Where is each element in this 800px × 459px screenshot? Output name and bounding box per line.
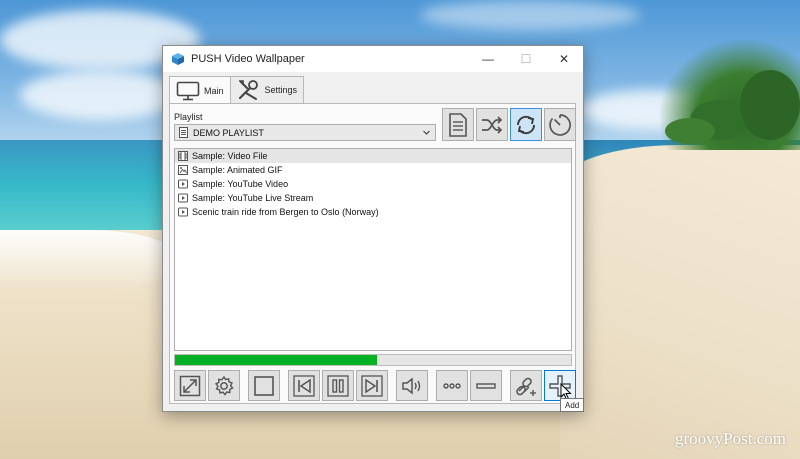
- settings-button[interactable]: [208, 370, 240, 401]
- sand: [560, 145, 800, 459]
- playlist-select[interactable]: DEMO PLAYLIST: [174, 124, 436, 141]
- list-item-label: Sample: YouTube Live Stream: [192, 193, 314, 203]
- list-item-label: Sample: Video File: [192, 151, 268, 161]
- play-icon: [178, 179, 188, 189]
- progress-fill: [175, 355, 377, 365]
- cloud: [20, 70, 180, 120]
- cloud: [420, 0, 640, 30]
- close-button[interactable]: ✕: [545, 46, 583, 72]
- minimize-button[interactable]: —: [469, 46, 507, 72]
- playlist-list[interactable]: Sample: Video File Sample: Animated GIF …: [174, 148, 572, 351]
- add-url-button[interactable]: [510, 370, 542, 401]
- tab-bar: Main Settings: [169, 76, 305, 106]
- playlist-label: Playlist: [174, 112, 203, 122]
- pause-button[interactable]: [322, 370, 354, 401]
- timer-button[interactable]: [544, 108, 576, 141]
- list-item[interactable]: Sample: Video File: [175, 149, 571, 163]
- more-button[interactable]: [436, 370, 468, 401]
- monitor-icon: [176, 81, 200, 101]
- app-window: PUSH Video Wallpaper — ☐ ✕ Main Settings: [162, 45, 584, 412]
- tools-icon: [238, 80, 258, 100]
- volume-button[interactable]: [396, 370, 428, 401]
- fullscreen-button[interactable]: [174, 370, 206, 401]
- previous-icon: [293, 374, 315, 397]
- add-tooltip: Add: [560, 398, 585, 412]
- document-icon: [179, 127, 188, 138]
- remove-button[interactable]: [470, 370, 502, 401]
- pause-icon: [327, 374, 349, 397]
- watermark: groovyPost.com: [675, 429, 786, 448]
- previous-button[interactable]: [288, 370, 320, 401]
- loop-button[interactable]: [510, 108, 542, 141]
- shuffle-icon: [482, 115, 503, 134]
- maximize-button[interactable]: ☐: [507, 46, 545, 72]
- volume-icon: [402, 376, 421, 395]
- film-icon: [178, 151, 188, 161]
- loop-icon: [517, 115, 535, 134]
- playlist-selected: DEMO PLAYLIST: [193, 127, 264, 138]
- main-panel: Playlist DEMO PLAYLIST Sample: Video Fil…: [169, 103, 576, 404]
- next-button[interactable]: [356, 370, 388, 401]
- document-icon: [449, 112, 467, 137]
- playback-progress-bar[interactable]: [174, 354, 572, 366]
- play-icon: [178, 193, 188, 203]
- list-item[interactable]: Sample: YouTube Live Stream: [175, 191, 571, 205]
- stop-button[interactable]: [248, 370, 280, 401]
- timer-icon: [549, 113, 571, 136]
- palm-trees: [665, 118, 715, 144]
- shuffle-button[interactable]: [476, 108, 508, 141]
- stop-icon: [254, 375, 274, 396]
- chevron-down-icon: [423, 130, 430, 135]
- fullscreen-icon: [179, 375, 201, 396]
- gif-icon: [178, 165, 188, 175]
- playlist-file-button[interactable]: [442, 108, 474, 141]
- gear-icon: [214, 375, 234, 396]
- list-item-label: Sample: Animated GIF: [192, 165, 283, 175]
- tab-settings-label: Settings: [264, 85, 298, 95]
- list-item[interactable]: Sample: Animated GIF: [175, 163, 571, 177]
- list-item-label: Scenic train ride from Bergen to Oslo (N…: [192, 207, 379, 217]
- next-icon: [361, 374, 383, 397]
- list-item-label: Sample: YouTube Video: [192, 179, 289, 189]
- list-item[interactable]: Sample: YouTube Video: [175, 177, 571, 191]
- add-url-icon: [516, 377, 536, 396]
- tab-settings[interactable]: Settings: [229, 76, 305, 104]
- app-logo-icon: [172, 53, 184, 65]
- window-title: PUSH Video Wallpaper: [191, 53, 305, 65]
- palm-trees: [740, 70, 800, 140]
- play-icon: [178, 207, 188, 217]
- remove-icon: [476, 382, 496, 389]
- list-item[interactable]: Scenic train ride from Bergen to Oslo (N…: [175, 205, 571, 219]
- tab-main-label: Main: [204, 86, 224, 96]
- title-bar[interactable]: PUSH Video Wallpaper — ☐ ✕: [163, 46, 583, 72]
- tab-main[interactable]: Main: [169, 76, 231, 106]
- surf: [0, 230, 180, 290]
- more-icon: [443, 382, 461, 389]
